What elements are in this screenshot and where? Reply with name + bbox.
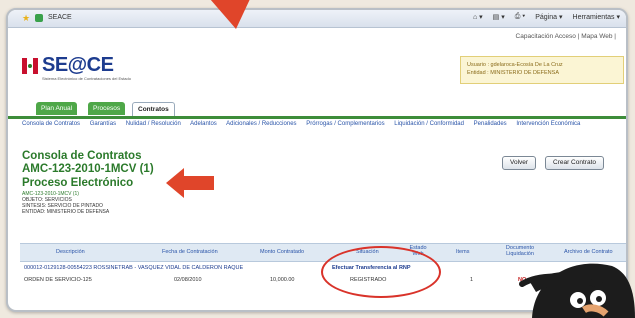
- logo-text: SE@CE: [42, 54, 114, 76]
- volver-button[interactable]: Volver: [502, 156, 537, 170]
- th-items: Items: [456, 249, 470, 255]
- user-label: Usuario : gdelaroca-Ecosía De La Cruz: [467, 62, 563, 68]
- row-items: 1: [470, 277, 474, 283]
- contract-subnav: Consola de Contratos Garantías Nulidad /…: [22, 120, 622, 128]
- tools-menu[interactable]: Herramientas ▾: [573, 13, 620, 21]
- subnav-garantias[interactable]: Garantías: [90, 121, 116, 127]
- subnav-adicionales[interactable]: Adicionales / Reducciones: [226, 121, 296, 127]
- favorites-star-icon[interactable]: ★: [22, 13, 30, 24]
- print-icon[interactable]: ⎙ ▾: [515, 13, 526, 21]
- header-links[interactable]: Capacitación Acceso | Mapa Web |: [516, 33, 616, 40]
- seace-logo: SE@CE Sistema Electrónico de Contratacio…: [22, 54, 152, 88]
- th-descripcion: Descripción: [56, 249, 85, 255]
- subnav-penalidades[interactable]: Penalidades: [474, 121, 507, 127]
- tab-plan-anual[interactable]: Plan Anual: [36, 102, 78, 115]
- meta-entidad: ENTIDAD: MINISTERIO DE DEFENSA: [22, 209, 110, 215]
- subnav-liquidacion[interactable]: Liquidación / Conformidad: [394, 121, 464, 127]
- tab-contratos[interactable]: Contratos: [132, 102, 175, 116]
- cartoon-mascot-icon: [519, 263, 635, 318]
- logo-subtitle: Sistema Electrónico de Contrataciones de…: [42, 76, 131, 81]
- row-orden-servicio: ORDEN DE SERVICIO-125: [24, 277, 92, 283]
- highlight-oval: [321, 246, 441, 298]
- subnav-intervencion[interactable]: Intervención Económica: [516, 121, 580, 127]
- left-arrow-icon: [166, 168, 214, 198]
- process-code-title: AMC-123-2010-1MCV (1): [22, 163, 154, 175]
- row-monto: 10,000.00: [270, 277, 295, 283]
- th-monto: Monto Contratado: [260, 249, 305, 255]
- subnav-nulidad[interactable]: Nulidad / Resolución: [126, 121, 181, 127]
- tab-favicon-icon: [35, 14, 43, 22]
- th-fecha: Fecha de Contratación: [162, 249, 218, 255]
- page-menu[interactable]: Página ▾: [535, 13, 562, 21]
- flag-logo-icon: [22, 58, 38, 74]
- subnav-adelantos[interactable]: Adelantos: [190, 121, 217, 127]
- browser-command-bar: ⌂ ▾ ▤ ▾ ⎙ ▾ Página ▾ Herramientas ▾: [473, 13, 620, 21]
- feeds-icon[interactable]: ▤ ▾: [493, 13, 505, 21]
- crear-contrato-button[interactable]: Crear Contrato: [545, 156, 604, 170]
- browser-toolbar: ★ SEACE ⌂ ▾ ▤ ▾ ⎙ ▾ Página ▾ Herramienta…: [8, 10, 626, 28]
- down-arrow-icon: [210, 0, 250, 29]
- subnav-consola[interactable]: Consola de Contratos: [22, 121, 80, 127]
- home-icon[interactable]: ⌂ ▾: [473, 13, 483, 21]
- row-descripcion-link[interactable]: 000012-0129128-00554223 ROSSINETRAB - VA…: [24, 265, 243, 271]
- user-info-box: Usuario : gdelaroca-Ecosía De La Cruz En…: [460, 56, 624, 84]
- main-tabs: Plan Anual Procesos Contratos: [8, 100, 626, 119]
- row-fecha: 02/08/2010: [174, 277, 202, 283]
- subnav-prorrogas[interactable]: Prórrogas / Complementarios: [306, 121, 384, 127]
- tab-procesos[interactable]: Procesos: [88, 102, 126, 115]
- browser-tab-title[interactable]: SEACE: [48, 14, 72, 21]
- entity-label: Entidad : MINISTERIO DE DEFENSA: [467, 70, 559, 76]
- page-title: Consola de Contratos: [22, 150, 142, 162]
- process-type-title: Proceso Electrónico: [22, 177, 134, 189]
- process-meta: AMC-123-2010-1MCV (1) OBJETO: SERVICIOS …: [22, 191, 109, 215]
